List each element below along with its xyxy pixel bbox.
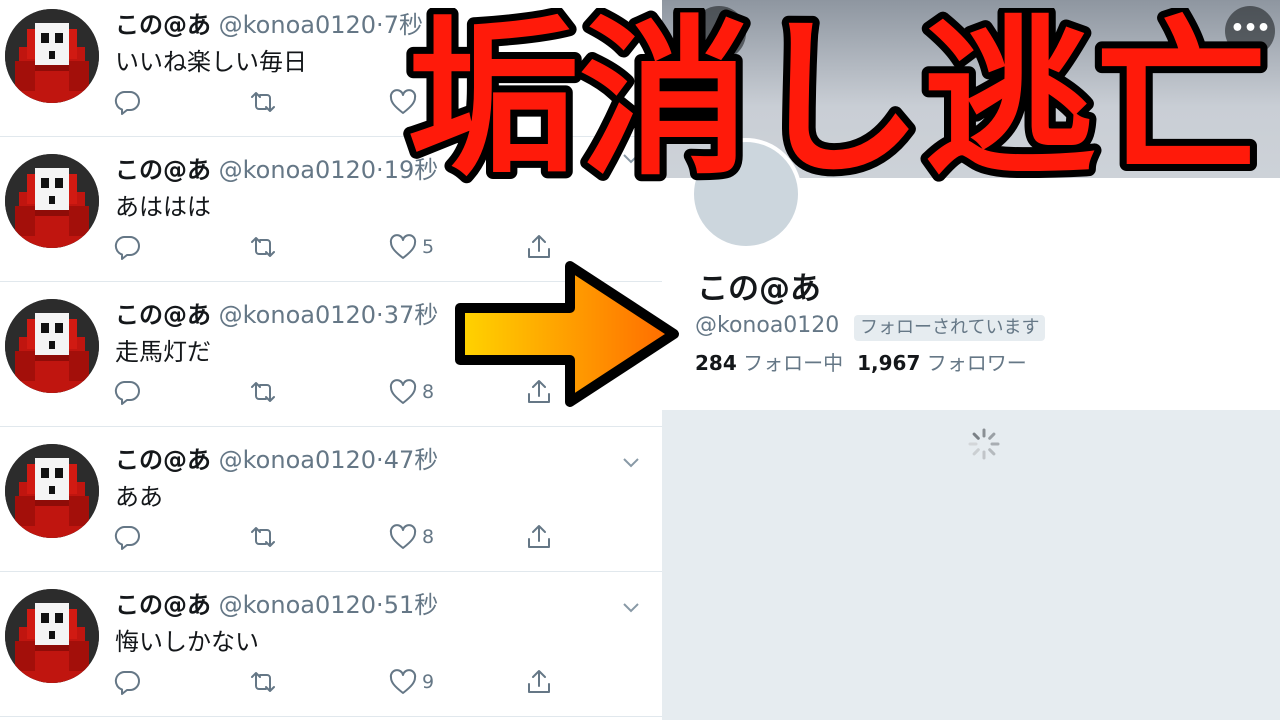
tweet-item[interactable]: この@あ @konoa0120·47秒 ああ 8	[0, 427, 662, 572]
followers-count: 1,967	[857, 351, 921, 375]
reply-icon	[114, 526, 140, 550]
reply-button[interactable]	[112, 374, 142, 410]
tweet-author-handle[interactable]: @konoa0120	[219, 446, 376, 474]
follows-you-badge: フォローされています	[854, 315, 1046, 341]
share-icon	[528, 525, 550, 548]
like-button[interactable]: 5	[388, 229, 434, 265]
reply-icon	[114, 381, 140, 405]
arrow-shape	[455, 261, 679, 407]
tweet-actions: 9	[112, 664, 572, 700]
retweet-icon	[251, 382, 275, 402]
tweet-author-name[interactable]: この@あ	[115, 446, 211, 474]
avatar[interactable]	[5, 589, 99, 683]
separator-dot: ·	[376, 591, 384, 619]
tweet-text: ああ	[115, 483, 163, 511]
like-icon	[389, 234, 417, 259]
avatar[interactable]	[5, 444, 99, 538]
tweet-header: この@あ @konoa0120·47秒	[115, 440, 438, 475]
chevron-down-icon	[623, 603, 639, 613]
reply-button[interactable]	[112, 84, 142, 120]
like-icon	[389, 524, 417, 549]
avatar[interactable]	[5, 154, 99, 248]
following-label: フォロー中	[743, 351, 844, 375]
separator-dot: ·	[376, 301, 384, 329]
following-count: 284	[695, 351, 737, 375]
tweet-header: この@あ @konoa0120·51秒	[115, 585, 438, 620]
arrow-overlay	[455, 261, 679, 407]
retweet-button[interactable]	[248, 519, 278, 555]
like-button[interactable]: 8	[388, 374, 434, 410]
tweet-header: この@あ @konoa0120·37秒	[115, 295, 438, 330]
tweet-author-name[interactable]: この@あ	[115, 591, 211, 619]
tweet-author-handle[interactable]: @konoa0120	[219, 156, 376, 184]
overlay-title-text: 垢消し逃亡	[407, 8, 1267, 188]
reply-icon	[114, 236, 140, 260]
like-button[interactable]: 8	[388, 519, 434, 555]
retweet-icon	[251, 92, 275, 112]
retweet-button[interactable]	[248, 374, 278, 410]
tweet-header: この@あ @konoa0120·7秒	[115, 5, 423, 40]
reply-icon	[114, 91, 140, 115]
like-count: 9	[422, 671, 435, 693]
retweet-button[interactable]	[248, 229, 278, 265]
like-count: 8	[422, 381, 435, 403]
like-button[interactable]: 9	[388, 664, 434, 700]
tweet-header: この@あ @konoa0120·19秒	[115, 150, 438, 185]
avatar[interactable]	[5, 299, 99, 393]
tweet-author-handle[interactable]: @konoa0120	[219, 11, 376, 39]
loading-spinner-icon	[968, 428, 1000, 460]
separator-dot: ·	[376, 446, 384, 474]
tweet-author-name[interactable]: この@あ	[115, 301, 211, 329]
like-count: 8	[422, 526, 435, 548]
tweet-author-handle[interactable]: @konoa0120	[219, 591, 376, 619]
tweet-menu-caret[interactable]	[618, 594, 644, 620]
follow-stats: 284 フォロー中 1,967 フォロワー	[695, 347, 1027, 376]
avatar[interactable]	[5, 9, 99, 103]
following-link[interactable]: 284 フォロー中	[695, 351, 843, 375]
followers-label: フォロワー	[926, 351, 1027, 375]
tweet-timestamp[interactable]: 37秒	[384, 301, 439, 329]
like-icon	[389, 379, 417, 404]
tweet-timestamp[interactable]: 47秒	[384, 446, 439, 474]
retweet-button[interactable]	[248, 84, 278, 120]
separator-dot: ·	[376, 11, 384, 39]
tweet-author-handle[interactable]: @konoa0120	[219, 301, 376, 329]
profile-handle: @konoa0120	[695, 313, 840, 338]
tweet-actions: 8	[112, 519, 572, 555]
tweet-menu-caret[interactable]	[618, 449, 644, 475]
reply-button[interactable]	[112, 664, 142, 700]
retweet-icon	[251, 237, 275, 257]
profile-name: この@あ	[697, 271, 821, 307]
tweet-text: 悔いしかない	[115, 628, 259, 656]
retweet-icon	[251, 527, 275, 547]
overlay-title: 垢消し逃亡	[400, 8, 1274, 188]
share-icon	[528, 670, 550, 693]
like-count: 5	[422, 236, 435, 258]
tweet-author-name[interactable]: この@あ	[115, 11, 211, 39]
tweet-text: 走馬灯だ	[115, 338, 211, 366]
tweet-item[interactable]: この@あ @konoa0120·51秒 悔いしかない 9	[0, 572, 662, 717]
reply-icon	[114, 671, 140, 695]
retweet-icon	[251, 672, 275, 692]
tweet-timestamp[interactable]: 51秒	[384, 591, 439, 619]
followers-link[interactable]: 1,967 フォロワー	[857, 351, 1027, 375]
separator-dot: ·	[376, 156, 384, 184]
retweet-button[interactable]	[248, 664, 278, 700]
reply-button[interactable]	[112, 229, 142, 265]
reply-button[interactable]	[112, 519, 142, 555]
chevron-down-icon	[623, 458, 639, 468]
tweet-text: いいね楽しい毎日	[115, 48, 307, 76]
tweet-author-name[interactable]: この@あ	[115, 156, 211, 184]
share-button[interactable]	[524, 519, 554, 555]
like-icon	[389, 669, 417, 694]
tweet-text: あははは	[115, 193, 211, 221]
share-button[interactable]	[524, 664, 554, 700]
